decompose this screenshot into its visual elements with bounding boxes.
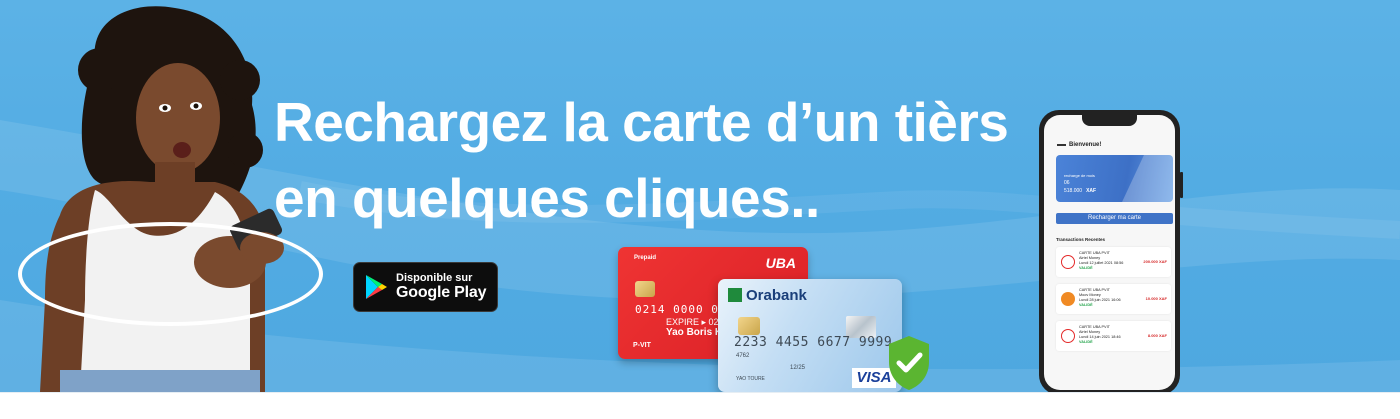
- card-code: 4762: [736, 353, 750, 359]
- card-tag: P-VIT: [633, 342, 651, 349]
- headline-line-1: Rechargez la carte d’un tièrs: [274, 91, 1009, 153]
- card-chip-icon: [635, 281, 655, 297]
- transaction-item[interactable]: CARTE UBA PVIT Airtel Money Lundi 12 jui…: [1056, 247, 1171, 277]
- card-holder: YAO TOURE: [736, 376, 765, 382]
- balance-card[interactable]: recharge de mois 06 518.000 XAF: [1056, 155, 1173, 202]
- phone-mockup: Bienvenue! recharge de mois 06 518.000 XA…: [1039, 110, 1183, 395]
- card-number: 2233 4455 6677 9999: [734, 335, 893, 350]
- orabank-visa-card: Orabank 2233 4455 6677 9999 4762 12/25 Y…: [718, 279, 902, 392]
- phone-notch: [1082, 115, 1137, 126]
- card-expiry: 12/25: [790, 365, 806, 371]
- airtel-icon: [1061, 255, 1075, 269]
- google-play-icon: [366, 275, 387, 299]
- transaction-status: VALIDÉ: [1079, 340, 1093, 344]
- phone-screen: Bienvenue! recharge de mois 06 518.000 XA…: [1044, 115, 1175, 390]
- moov-icon: [1061, 292, 1075, 306]
- headline-line-2: en quelques cliques..: [274, 167, 820, 229]
- transaction-amount: 10.000 XAF: [1145, 296, 1167, 301]
- balance-month: 06: [1064, 180, 1070, 186]
- card-chip-icon: [738, 317, 760, 335]
- google-play-badge[interactable]: Disponible sur Google Play: [353, 262, 498, 312]
- hero-banner: Rechargez la carte d’un tièrs en quelque…: [0, 0, 1400, 392]
- menu-icon[interactable]: [1057, 144, 1066, 146]
- orabank-logo-icon: [728, 288, 742, 302]
- decorative-ring: [18, 222, 323, 326]
- transaction-status: VALIDÉ: [1079, 303, 1093, 307]
- balance-label: recharge de mois: [1064, 173, 1095, 178]
- badge-small-text: Disponible sur: [396, 272, 473, 285]
- transaction-item[interactable]: CARTE UBA PVIT Airtel Money Lundi 14 jui…: [1056, 321, 1171, 351]
- transaction-item[interactable]: CARTE UBA PVIT Moov Money Lundi 28 juin …: [1056, 284, 1171, 314]
- headline: Rechargez la carte d’un tièrs en quelque…: [274, 84, 1034, 236]
- bottom-strip: [0, 392, 1400, 419]
- badge-store-name: Google Play: [396, 284, 487, 302]
- transaction-status: VALIDÉ: [1079, 266, 1093, 270]
- welcome-text: Bienvenue!: [1069, 142, 1102, 148]
- phone-side-button: [1180, 172, 1183, 198]
- airtel-icon: [1061, 329, 1075, 343]
- transaction-amount: 200.000 XAF: [1143, 259, 1167, 264]
- recharge-card-button[interactable]: Recharger ma carte: [1056, 213, 1173, 224]
- uba-logo: UBA: [765, 255, 796, 271]
- security-shield-check-icon: [889, 336, 929, 390]
- transaction-amount: 8.000 XAF: [1147, 333, 1167, 338]
- recent-transactions-title: Transactions Recentes: [1056, 237, 1106, 242]
- balance-currency: XAF: [1086, 188, 1097, 194]
- balance-value: 518.000: [1064, 188, 1083, 194]
- card-type-label: Prepaid: [634, 255, 657, 261]
- welcome-header: Bienvenue!: [1057, 142, 1101, 148]
- card-stripe: [1122, 155, 1173, 202]
- balance-amount: 518.000 XAF: [1064, 188, 1096, 194]
- orabank-logo: Orabank: [746, 287, 807, 304]
